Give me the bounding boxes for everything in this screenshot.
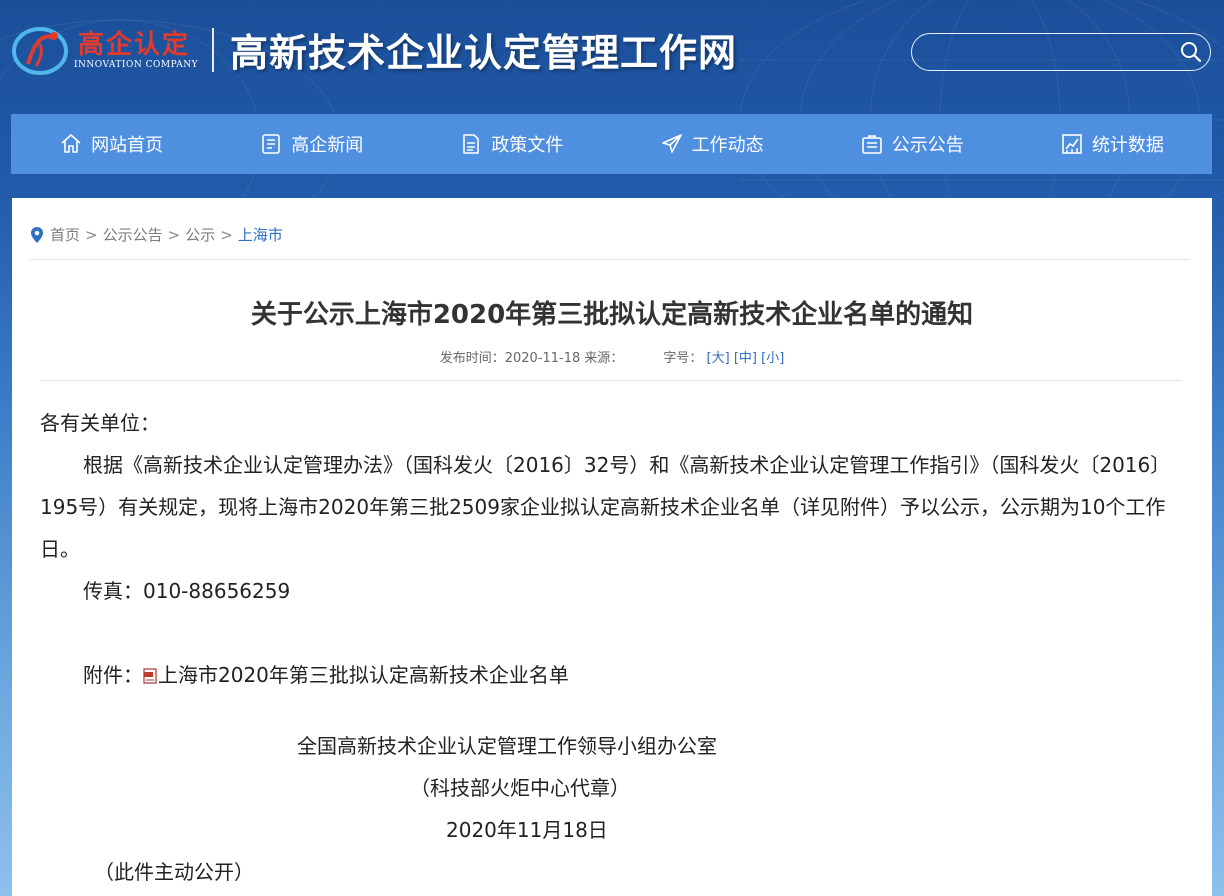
- nav-item-label: 政策文件: [491, 135, 564, 156]
- notice-icon: [861, 135, 882, 154]
- logo-text-cn: 高企认定: [78, 30, 191, 60]
- article-body: 各有关单位： 根据《高新技术企业认定管理办法》（国科发火〔2016〕32号）和《…: [40, 402, 1185, 696]
- divider: [30, 259, 1190, 260]
- nav-item-home[interactable]: 网站首页: [11, 114, 211, 174]
- nav-item-stats[interactable]: 统计数据: [1012, 114, 1212, 174]
- breadcrumb-separator: >: [85, 225, 98, 244]
- nav-item-work[interactable]: 工作动态: [612, 114, 812, 174]
- pdf-file-icon: [143, 668, 157, 684]
- nav-item-news[interactable]: 高企新闻: [211, 114, 411, 174]
- home-icon: [61, 134, 81, 153]
- publish-info: 发布时间：2020-11-18 来源：: [439, 351, 624, 366]
- logo-divider: [212, 28, 214, 72]
- article-meta: 发布时间：2020-11-18 来源： 字号： [大] [中] [小]: [12, 347, 1212, 366]
- signature-organization: 全国高新技术企业认定管理工作领导小组办公室: [297, 734, 717, 758]
- breadcrumb-separator: >: [167, 225, 181, 244]
- article-title: 关于公示上海市2020年第三批拟认定高新技术企业名单的通知: [250, 300, 974, 330]
- nav-item-notice[interactable]: 公示公告: [812, 114, 1012, 174]
- content-panel: 首页 > 公示公告 > 公示 > 上海市 关于公示上海市2020年第三批拟认定高…: [12, 198, 1212, 896]
- font-size-medium-button[interactable]: [中]: [734, 351, 757, 366]
- fax-line: 传真：010-88656259: [83, 579, 291, 603]
- search-icon[interactable]: [1180, 41, 1202, 63]
- breadcrumb-publicity-link[interactable]: 公示: [185, 224, 215, 245]
- logo-text-en: INNOVATION COMPANY: [74, 60, 199, 70]
- breadcrumb-current-link[interactable]: 上海市: [238, 224, 283, 245]
- nav-item-policy[interactable]: 政策文件: [411, 114, 611, 174]
- document-icon: [463, 134, 480, 154]
- nav-item-label: 统计数据: [1091, 135, 1164, 156]
- nav-item-label: 工作动态: [691, 135, 764, 156]
- signature-date: 2020年11月18日: [446, 818, 608, 842]
- search-box: [911, 33, 1211, 71]
- divider: [40, 380, 1182, 381]
- signature-seal-note: （科技部火炬中心代章）: [410, 776, 630, 800]
- location-pin-icon: [31, 226, 43, 243]
- send-icon: [661, 134, 682, 153]
- font-size-label: 字号：: [663, 351, 703, 366]
- attachment-line: 附件： 上海市2020年第三批拟认定高新技术企业名单: [40, 654, 1185, 696]
- news-icon: [262, 134, 281, 154]
- attachment-label: 附件：: [83, 663, 143, 687]
- attachment-link[interactable]: 上海市2020年第三批拟认定高新技术企业名单: [158, 663, 569, 687]
- chart-icon: [1062, 134, 1082, 154]
- font-size-small-button[interactable]: [小]: [761, 351, 784, 366]
- salutation: 各有关单位：: [40, 411, 160, 435]
- body-paragraph: 根据《高新技术企业认定管理办法》（国科发火〔2016〕32号）和《高新技术企业认…: [40, 453, 1171, 561]
- logo-mark-icon: [12, 27, 68, 75]
- breadcrumb-separator: >: [220, 225, 233, 244]
- breadcrumb: 首页 > 公示公告 > 公示 > 上海市: [30, 224, 283, 245]
- breadcrumb-notice-link[interactable]: 公示公告: [103, 224, 163, 245]
- disclosure-note: （此件主动公开）: [94, 860, 254, 884]
- site-logo[interactable]: 高企认定 INNOVATION COMPANY: [10, 18, 210, 80]
- main-nav: 网站首页 高企新闻 政策文件 工作动态 公示公告 统计数据: [11, 114, 1212, 174]
- site-header: 高企认定 INNOVATION COMPANY 高新技术企业认定管理工作网: [0, 0, 1224, 100]
- font-size-large-button[interactable]: [大]: [707, 351, 730, 366]
- search-input[interactable]: [926, 40, 1170, 66]
- breadcrumb-home-link[interactable]: 首页: [50, 224, 80, 245]
- site-title: 高新技术企业认定管理工作网: [230, 30, 738, 75]
- nav-item-label: 网站首页: [91, 135, 164, 156]
- nav-item-label: 高企新闻: [291, 135, 364, 156]
- nav-item-label: 公示公告: [891, 135, 964, 156]
